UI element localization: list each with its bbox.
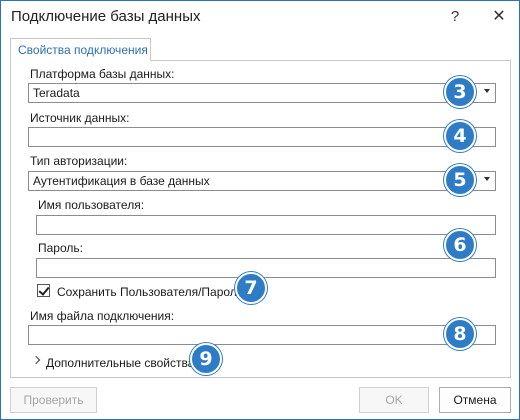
platform-select[interactable]: Teradata (28, 83, 496, 103)
step-badge-3: 3 (444, 76, 476, 108)
title-bar: Подключение базы данных ? ✕ (1, 1, 519, 33)
step-badge-7: 7 (235, 272, 267, 304)
cancel-button[interactable]: Отмена (439, 387, 511, 413)
chevron-down-icon (484, 89, 490, 93)
validate-button[interactable]: Проверить (10, 387, 97, 413)
save-credentials-label[interactable]: Сохранить Пользователя/Пароль (57, 285, 243, 299)
chevron-down-icon (484, 177, 490, 181)
ok-button[interactable]: OK (359, 387, 429, 413)
step-badge-4: 4 (444, 120, 476, 152)
step-badge-6: 6 (444, 229, 476, 261)
step-badge-8: 8 (444, 318, 476, 350)
auth-type-label: Тип авторизации: (30, 154, 128, 168)
data-source-input[interactable] (28, 127, 496, 147)
tab-connection-properties[interactable]: Свойства подключения (10, 38, 151, 61)
username-input[interactable] (36, 215, 496, 235)
auth-type-value: Аутентификация в базе данных (33, 174, 210, 188)
auth-type-select[interactable]: Аутентификация в базе данных (28, 171, 496, 191)
password-input[interactable] (36, 258, 496, 278)
close-icon[interactable]: ✕ (485, 5, 513, 29)
step-badge-5: 5 (444, 164, 476, 196)
data-source-label: Источник данных: (30, 111, 130, 125)
connection-file-input[interactable] (28, 325, 496, 345)
advanced-properties-toggle[interactable]: Дополнительные свойства (46, 356, 194, 370)
platform-value: Teradata (33, 86, 80, 100)
password-label: Пароль: (38, 241, 83, 255)
save-credentials-checkbox[interactable] (37, 284, 50, 297)
step-badge-9: 9 (190, 343, 222, 375)
dialog-window: Подключение базы данных ? ✕ Свойства под… (0, 0, 520, 420)
help-button[interactable]: ? (441, 5, 469, 29)
platform-label: Платформа базы данных: (30, 67, 175, 81)
username-label: Имя пользователя: (38, 198, 145, 212)
dialog-title: Подключение базы данных (11, 8, 201, 25)
connection-file-label: Имя файла подключения: (30, 309, 175, 323)
